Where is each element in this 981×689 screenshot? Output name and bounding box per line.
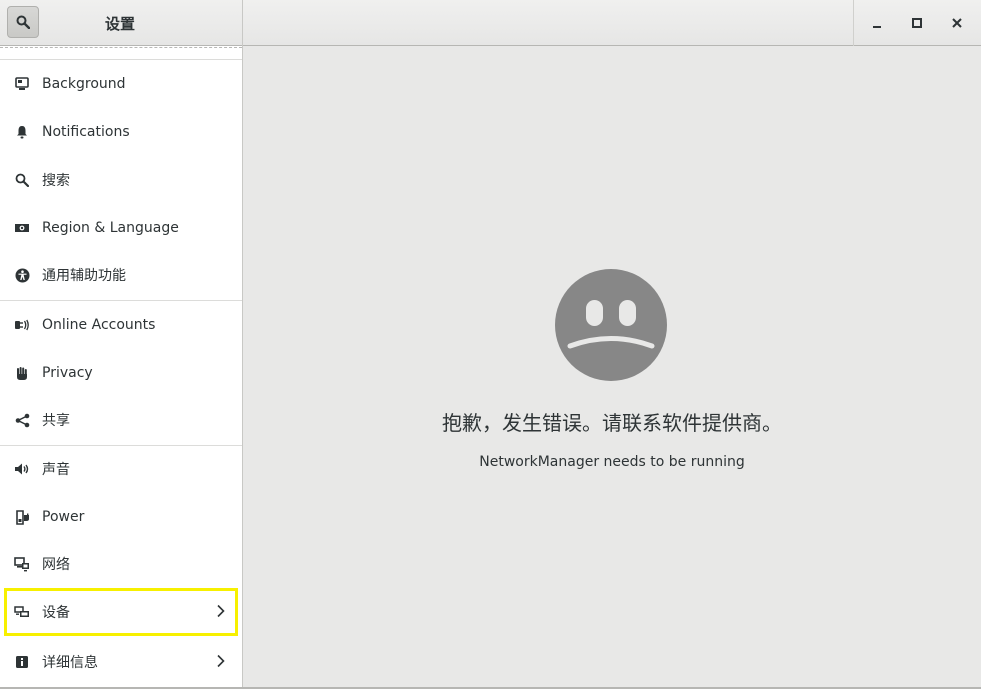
sidebar-item-search[interactable]: 搜索 — [0, 160, 242, 200]
sidebar-item-label: Notifications — [42, 124, 130, 140]
sidebar-item-label: 详细信息 — [42, 655, 98, 671]
sad-face-icon — [555, 269, 667, 381]
sidebar-header: 设置 — [0, 0, 243, 46]
sidebar-item-accessibility[interactable]: 通用辅助功能 — [0, 255, 242, 295]
search-icon — [14, 172, 30, 188]
background-icon — [14, 76, 30, 92]
sidebar-item-power[interactable]: Power — [0, 497, 242, 537]
sidebar-item-label: 通用辅助功能 — [42, 268, 126, 284]
sidebar-item-label: 网络 — [42, 557, 70, 573]
share-icon — [14, 412, 30, 428]
selection-highlight — [4, 588, 238, 636]
separator — [0, 300, 242, 301]
sidebar-item-label: Power — [42, 509, 85, 525]
info-icon — [14, 654, 30, 670]
header-bar: 设置 — [0, 0, 981, 46]
sidebar-item-privacy[interactable]: Privacy — [0, 353, 242, 393]
search-button[interactable] — [7, 6, 39, 38]
sidebar-item-label: Online Accounts — [42, 317, 156, 333]
online-accounts-icon — [14, 317, 30, 333]
network-icon — [14, 556, 30, 572]
search-icon — [16, 15, 30, 29]
sidebar-item-label: 共享 — [42, 413, 70, 429]
sidebar-item-details[interactable]: 详细信息 — [0, 642, 242, 682]
sidebar-item-label: 声音 — [42, 462, 70, 478]
sidebar-item-label: 搜索 — [42, 173, 70, 189]
separator — [0, 445, 242, 446]
accessibility-icon — [14, 267, 30, 283]
window-controls — [853, 0, 981, 46]
maximize-icon — [912, 18, 922, 28]
close-icon — [952, 18, 962, 28]
sidebar-item-online-accounts[interactable]: Online Accounts — [0, 305, 242, 345]
sidebar: Background Notifications 搜索 Region & Lan… — [0, 46, 243, 689]
sidebar-item-network[interactable]: 网络 — [0, 544, 242, 584]
separator — [0, 59, 242, 60]
error-detail: NetworkManager needs to be running — [479, 454, 745, 470]
sidebar-item-label: Privacy — [42, 365, 93, 381]
window-title: 设置 — [104, 15, 135, 33]
sidebar-item-region-language[interactable]: Region & Language — [0, 208, 242, 248]
sidebar-item-label: Region & Language — [42, 220, 179, 236]
error-title: 抱歉，发生错误。请联系软件提供商。 — [442, 411, 782, 435]
sidebar-item-notifications[interactable]: Notifications — [0, 112, 242, 152]
chevron-right-icon — [217, 654, 225, 668]
bell-icon — [14, 124, 30, 140]
close-button[interactable] — [942, 8, 972, 38]
sidebar-item-sharing[interactable]: 共享 — [0, 400, 242, 440]
minimize-icon — [873, 26, 881, 28]
minimize-button[interactable] — [862, 8, 892, 38]
power-plug-icon — [14, 509, 30, 525]
region-flag-icon — [14, 220, 30, 236]
scroll-edge — [0, 47, 242, 48]
main-content: 抱歉，发生错误。请联系软件提供商。 NetworkManager needs t… — [243, 46, 981, 689]
sidebar-item-sound[interactable]: 声音 — [0, 449, 242, 489]
sidebar-item-label: Background — [42, 76, 126, 92]
speaker-icon — [14, 461, 30, 477]
maximize-button[interactable] — [902, 8, 932, 38]
hand-icon — [14, 365, 30, 381]
sidebar-item-background[interactable]: Background — [0, 64, 242, 104]
